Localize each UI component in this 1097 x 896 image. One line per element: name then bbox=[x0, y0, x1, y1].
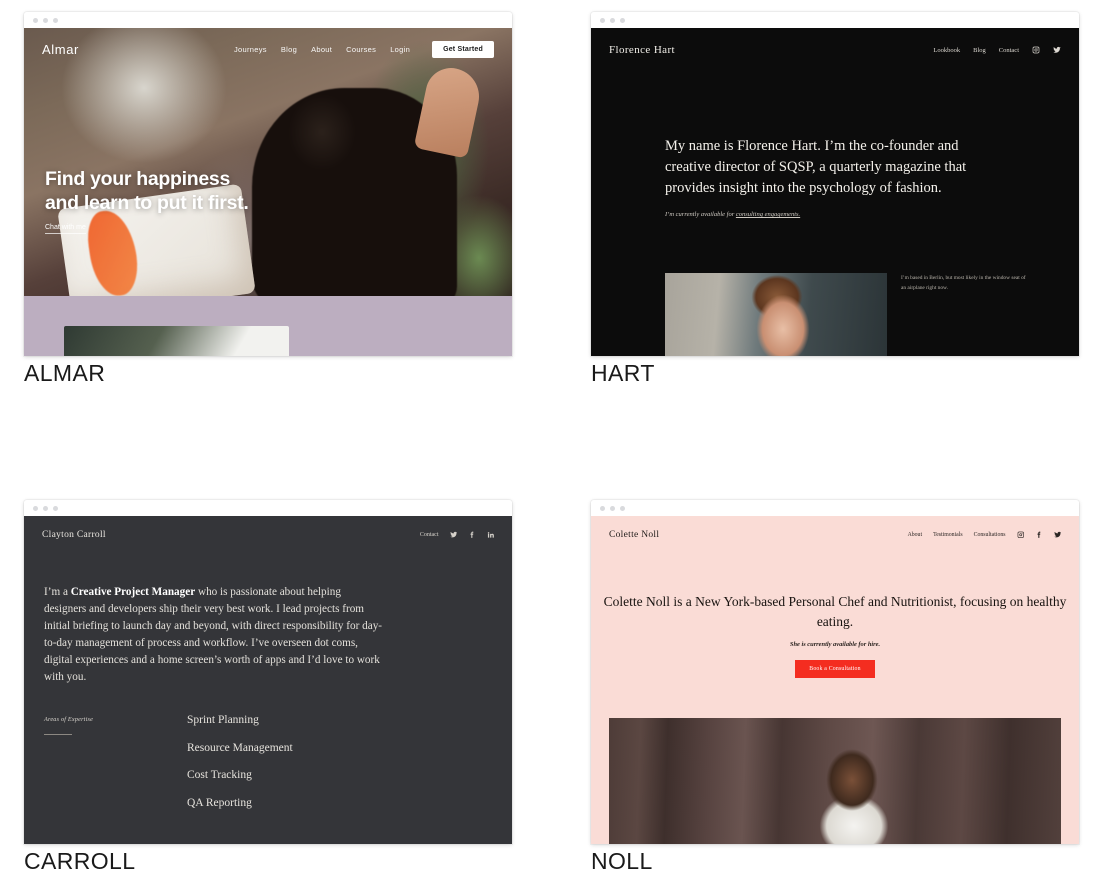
nav-link-consultations[interactable]: Consultations bbox=[974, 532, 1006, 538]
site-preview-hart[interactable]: Florence Hart Lookbook Blog Contact My n… bbox=[591, 28, 1079, 356]
facebook-icon[interactable] bbox=[468, 531, 476, 539]
template-title-noll[interactable]: NOLL bbox=[591, 848, 653, 875]
expertise-label: Areas of Expertise bbox=[44, 716, 94, 723]
instagram-icon[interactable] bbox=[1017, 531, 1025, 539]
list-item: Resource Management bbox=[187, 741, 293, 754]
twitter-icon[interactable] bbox=[1053, 46, 1061, 54]
nav-link-about[interactable]: About bbox=[311, 45, 332, 54]
linkedin-icon[interactable] bbox=[487, 531, 495, 539]
window-dot-icon bbox=[33, 505, 38, 511]
twitter-icon[interactable] bbox=[449, 531, 458, 539]
template-title-almar[interactable]: ALMAR bbox=[24, 360, 105, 387]
window-dot-icon bbox=[610, 17, 615, 23]
site-preview-carroll[interactable]: Clayton Carroll Contact I’m a Creative P… bbox=[24, 516, 512, 844]
instagram-icon[interactable] bbox=[1032, 46, 1040, 54]
book-consultation-button[interactable]: Book a Consultation bbox=[795, 660, 875, 679]
site-nav-carroll: Clayton Carroll Contact bbox=[24, 516, 512, 554]
nav-link-contact[interactable]: Contact bbox=[420, 532, 439, 538]
hero-subline-link[interactable]: consulting engagements. bbox=[736, 211, 800, 218]
nav-link-login[interactable]: Login bbox=[390, 45, 410, 54]
list-item: QA Reporting bbox=[187, 796, 252, 809]
template-card-carroll[interactable]: Clayton Carroll Contact I’m a Creative P… bbox=[24, 500, 512, 844]
site-preview-noll[interactable]: Colette Noll About Testimonials Consulta… bbox=[591, 516, 1079, 844]
template-card-almar[interactable]: Almar Journeys Blog About Courses Login … bbox=[24, 12, 512, 356]
browser-chrome-almar bbox=[24, 12, 512, 28]
section-image-card bbox=[64, 326, 289, 356]
browser-frame-noll: Colette Noll About Testimonials Consulta… bbox=[591, 500, 1079, 844]
hero-headline: Find your happiness and learn to put it f… bbox=[45, 168, 249, 214]
nav-link-blog[interactable]: Blog bbox=[281, 45, 297, 54]
nav-link-testimonials[interactable]: Testimonials bbox=[933, 532, 963, 538]
template-card-hart[interactable]: Florence Hart Lookbook Blog Contact My n… bbox=[591, 12, 1079, 356]
nav-link-lookbook[interactable]: Lookbook bbox=[933, 47, 960, 54]
site-preview-almar[interactable]: Almar Journeys Blog About Courses Login … bbox=[24, 28, 512, 356]
template-title-carroll[interactable]: CARROLL bbox=[24, 848, 135, 875]
window-dot-icon bbox=[53, 17, 58, 23]
hero-subline: I’m currently available for consulting e… bbox=[665, 211, 801, 219]
list-item: Sprint Planning bbox=[187, 714, 259, 726]
nav-links: About Testimonials Consultations bbox=[908, 531, 1061, 539]
window-dot-icon bbox=[43, 17, 48, 23]
window-dot-icon bbox=[43, 505, 48, 511]
window-dot-icon bbox=[600, 17, 605, 23]
site-nav-hart: Florence Hart Lookbook Blog Contact bbox=[591, 28, 1079, 72]
portrait-photo bbox=[665, 273, 887, 356]
browser-chrome-hart bbox=[591, 12, 1079, 28]
hero-headline: My name is Florence Hart. I’m the co-fou… bbox=[665, 138, 967, 197]
hero-content: Find your happiness and learn to put it f… bbox=[45, 168, 249, 234]
hero-subline: She is currently available for hire. bbox=[789, 641, 881, 649]
expertise-heading-block: Areas of Expertise bbox=[44, 716, 164, 735]
divider bbox=[44, 734, 72, 735]
chef-photo bbox=[609, 718, 1061, 844]
twitter-icon[interactable] bbox=[1053, 531, 1062, 539]
window-dot-icon bbox=[620, 17, 625, 23]
about-paragraph: I’m a Creative Project Manager who is pa… bbox=[44, 586, 383, 684]
nav-link-contact[interactable]: Contact bbox=[999, 47, 1019, 54]
site-logo[interactable]: Clayton Carroll bbox=[42, 530, 106, 540]
list-item: Cost Tracking bbox=[187, 769, 252, 781]
photo-caption: I’m based in Berlin, but most likely in … bbox=[901, 275, 1026, 291]
window-dot-icon bbox=[600, 505, 605, 511]
window-dot-icon bbox=[620, 505, 625, 511]
nav-link-blog[interactable]: Blog bbox=[973, 47, 986, 54]
browser-frame-hart: Florence Hart Lookbook Blog Contact My n… bbox=[591, 12, 1079, 356]
section-band bbox=[24, 296, 512, 356]
hero-content: My name is Florence Hart. I’m the co-fou… bbox=[665, 136, 995, 218]
browser-frame-carroll: Clayton Carroll Contact I’m a Creative P… bbox=[24, 500, 512, 844]
browser-chrome-noll bbox=[591, 500, 1079, 516]
browser-frame-almar: Almar Journeys Blog About Courses Login … bbox=[24, 12, 512, 356]
nav-links: Journeys Blog About Courses Login Get St… bbox=[234, 40, 494, 58]
expertise-list: Sprint Planning Resource Management Cost… bbox=[187, 714, 293, 824]
nav-link-about[interactable]: About bbox=[908, 532, 923, 538]
nav-link-journeys[interactable]: Journeys bbox=[234, 45, 267, 54]
window-dot-icon bbox=[610, 505, 615, 511]
hero-content: Colette Noll is a New York-based Persona… bbox=[591, 592, 1079, 679]
site-nav-noll: Colette Noll About Testimonials Consulta… bbox=[591, 516, 1079, 554]
window-dot-icon bbox=[53, 505, 58, 511]
window-dot-icon bbox=[33, 17, 38, 23]
hero-link-chat[interactable]: Chat with me bbox=[45, 224, 86, 234]
nav-links: Contact bbox=[420, 531, 494, 539]
site-logo[interactable]: Almar bbox=[42, 42, 79, 57]
site-logo[interactable]: Florence Hart bbox=[609, 44, 675, 56]
browser-chrome-carroll bbox=[24, 500, 512, 516]
site-logo[interactable]: Colette Noll bbox=[609, 530, 659, 540]
facebook-icon[interactable] bbox=[1035, 531, 1043, 539]
hero-headline: Colette Noll is a New York-based Persona… bbox=[603, 594, 1067, 629]
template-gallery: Almar Journeys Blog About Courses Login … bbox=[0, 0, 1097, 896]
about-role: Creative Project Manager bbox=[70, 586, 196, 598]
template-title-hart[interactable]: HART bbox=[591, 360, 655, 387]
template-card-noll[interactable]: Colette Noll About Testimonials Consulta… bbox=[591, 500, 1079, 844]
get-started-button[interactable]: Get Started bbox=[432, 40, 494, 58]
nav-links: Lookbook Blog Contact bbox=[933, 46, 1061, 54]
nav-link-courses[interactable]: Courses bbox=[346, 45, 376, 54]
site-nav-almar: Almar Journeys Blog About Courses Login … bbox=[24, 28, 512, 70]
